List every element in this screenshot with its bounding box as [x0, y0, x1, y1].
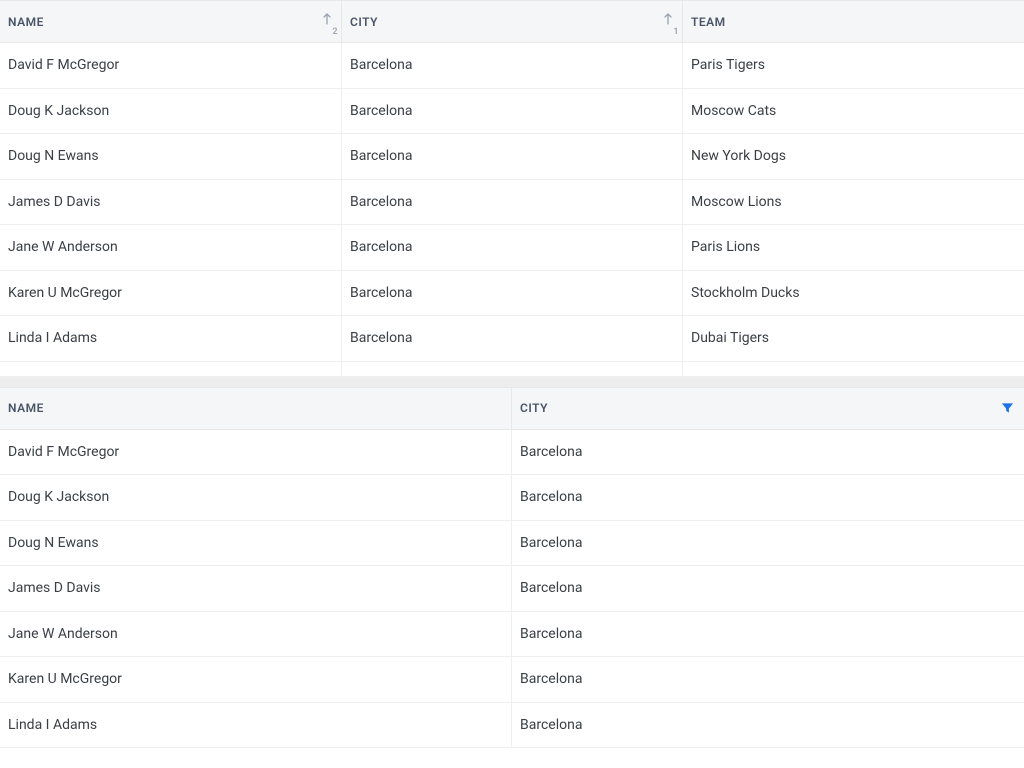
cell-name: Doug N Ewans — [0, 521, 512, 566]
cell-team: Paris Tigers — [683, 43, 1024, 88]
cell-city: Barcelona — [342, 225, 683, 270]
table-row: Doug N Ewans Barcelona — [0, 521, 1024, 567]
column-header-team[interactable]: TEAM — [683, 1, 1024, 42]
cell-team: Dubai Tigers — [683, 316, 1024, 361]
cell-name: David F McGregor — [0, 430, 512, 475]
cell-city: Barcelona — [342, 271, 683, 316]
column-header-city[interactable]: CITY — [512, 388, 1024, 429]
table-row: Karen U McGregor Barcelona Stockholm Duc… — [0, 271, 1024, 317]
cell-name: Jane W Anderson — [0, 225, 342, 270]
table-row: Doug K Jackson Barcelona Moscow Cats — [0, 89, 1024, 135]
table-row: Doug K Jackson Barcelona — [0, 475, 1024, 521]
table-header-row: NAME 2 CITY 1 TEAM — [0, 1, 1024, 43]
cell-name: James D Davis — [0, 566, 512, 611]
cell-name: Linda I Adams — [0, 703, 512, 748]
cell-name: Jane W Anderson — [0, 612, 512, 657]
cell-name: David F McGregor — [0, 43, 342, 88]
table-row: James D Davis Barcelona — [0, 566, 1024, 612]
cell-team: Moscow Cats — [683, 89, 1024, 134]
table-row: Doug N Ewans Barcelona New York Dogs — [0, 134, 1024, 180]
cell-city: Barcelona — [342, 89, 683, 134]
cell-city: Barcelona — [342, 134, 683, 179]
table-row — [0, 362, 1024, 377]
cell-name: Doug N Ewans — [0, 134, 342, 179]
table-row: David F McGregor Barcelona — [0, 430, 1024, 476]
table-row: James D Davis Barcelona Moscow Lions — [0, 180, 1024, 226]
table-row: Jane W Anderson Barcelona — [0, 612, 1024, 658]
sort-order-badge: 2 — [332, 27, 338, 37]
cell-city: Barcelona — [512, 703, 1024, 748]
table-row: Karen U McGregor Barcelona — [0, 657, 1024, 703]
cell-team: Moscow Lions — [683, 180, 1024, 225]
table-row: Linda I Adams Barcelona Dubai Tigers — [0, 316, 1024, 362]
cell-name: James D Davis — [0, 180, 342, 225]
column-header-name[interactable]: NAME 2 — [0, 1, 342, 42]
column-header-label: NAME — [8, 401, 44, 415]
column-header-label: CITY — [520, 401, 548, 415]
table-separator — [0, 377, 1024, 387]
column-header-label: NAME — [8, 15, 44, 29]
column-header-label: CITY — [350, 15, 378, 29]
filter-icon[interactable] — [1001, 402, 1014, 415]
cell-name: Linda I Adams — [0, 316, 342, 361]
cell-city: Barcelona — [512, 475, 1024, 520]
cell-name: Karen U McGregor — [0, 657, 512, 702]
cell-city: Barcelona — [342, 180, 683, 225]
cell-city: Barcelona — [512, 566, 1024, 611]
column-header-label: TEAM — [691, 15, 726, 29]
cell-name: Doug K Jackson — [0, 89, 342, 134]
cell-team — [683, 362, 1024, 376]
cell-city: Barcelona — [512, 657, 1024, 702]
cell-city: Barcelona — [512, 430, 1024, 475]
column-header-city[interactable]: CITY 1 — [342, 1, 683, 42]
cell-name — [0, 362, 342, 376]
data-table-1: NAME 2 CITY 1 TEAM David F McGregor Barc… — [0, 0, 1024, 377]
cell-team: New York Dogs — [683, 134, 1024, 179]
cell-city: Barcelona — [512, 612, 1024, 657]
column-header-name[interactable]: NAME — [0, 388, 512, 429]
table-row: David F McGregor Barcelona Paris Tigers — [0, 43, 1024, 89]
cell-name: Doug K Jackson — [0, 475, 512, 520]
table-row: Linda I Adams Barcelona — [0, 703, 1024, 749]
cell-name: Karen U McGregor — [0, 271, 342, 316]
table-row: Jane W Anderson Barcelona Paris Lions — [0, 225, 1024, 271]
cell-city: Barcelona — [342, 316, 683, 361]
cell-city — [342, 362, 683, 376]
cell-team: Stockholm Ducks — [683, 271, 1024, 316]
cell-team: Paris Lions — [683, 225, 1024, 270]
sort-order-badge: 1 — [673, 27, 679, 37]
cell-city: Barcelona — [342, 43, 683, 88]
cell-city: Barcelona — [512, 521, 1024, 566]
table-header-row: NAME CITY — [0, 388, 1024, 430]
data-table-2: NAME CITY David F McGregor Barcelona Dou… — [0, 387, 1024, 749]
